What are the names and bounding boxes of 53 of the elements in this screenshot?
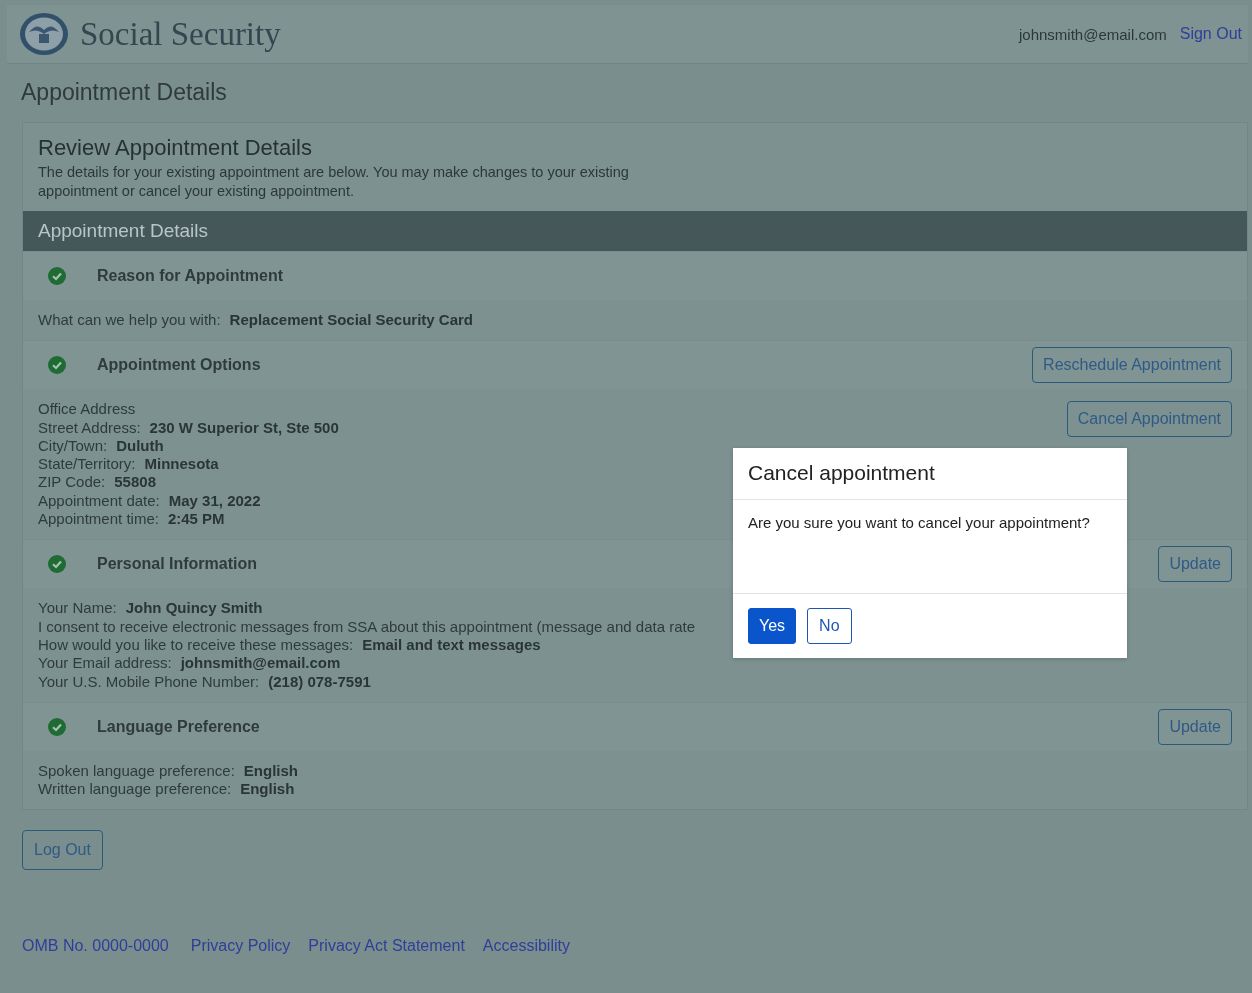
footer-link[interactable]: Privacy Policy: [190, 937, 291, 956]
field-label: City/Town:: [38, 436, 108, 454]
field-label: How would you like to receive these messages:: [38, 635, 354, 653]
field-label: Appointment time:: [38, 510, 159, 528]
outline-button[interactable]: Update: [1158, 708, 1232, 745]
field-label: State/Territory:: [38, 455, 136, 473]
field-value: Email and text messages: [362, 635, 541, 653]
field-label: Written language preference:: [38, 780, 232, 798]
field-label: Your U.S. Mobile Phone Number:: [38, 672, 260, 690]
footer-link[interactable]: Privacy Act Statement: [308, 937, 465, 956]
dialog-title: Cancel appointment: [748, 461, 935, 484]
field-value: 2:45 PM: [167, 510, 225, 528]
review-heading: Review Appointment Details: [38, 135, 313, 161]
field-label: I consent to receive electronic messages from SSA about this appointment (message and data rate: [38, 617, 696, 635]
field-label: Street Address:: [38, 418, 141, 436]
outline-button[interactable]: Update: [1158, 546, 1232, 583]
field-label: Office Address: [38, 400, 136, 418]
field-value: English: [240, 780, 295, 798]
field-value: May 31, 2022: [168, 491, 261, 509]
section-bar-title: Appointment Details: [38, 220, 209, 242]
section-title: Reason for Appointment: [97, 267, 284, 285]
page-title: Appointment Details: [20, 78, 228, 107]
field-label: Spoken language preference:: [38, 761, 235, 779]
user-email: johnsmith@email.com: [1018, 25, 1167, 43]
field-value: (218) 078-7591: [268, 672, 371, 690]
confirm-button[interactable]: Yes: [748, 608, 797, 644]
field-label: What can we help you with:: [38, 311, 221, 328]
field-value: English: [243, 761, 298, 779]
dialog-message: Are you sure you want to cancel your appointment?: [748, 514, 1090, 531]
sign-out-link[interactable]: Sign Out: [1179, 25, 1242, 43]
field-value: 230 W Superior St, Ste 500: [149, 418, 339, 436]
field-label: Your Name:: [38, 599, 117, 617]
field-value: Duluth: [116, 436, 164, 454]
field-value: Minnesota: [144, 455, 219, 473]
dismiss-button[interactable]: No: [807, 608, 852, 644]
footer-link[interactable]: Accessibility: [482, 937, 570, 956]
site-title: Social Security: [80, 15, 281, 53]
field-label: ZIP Code:: [38, 473, 106, 491]
footer-link[interactable]: OMB No. 0000-0000: [22, 937, 169, 956]
outline-button[interactable]: Cancel Appointment: [1066, 401, 1232, 438]
field-value: Replacement Social Security Card: [229, 311, 474, 328]
section-title: Language Preference: [97, 717, 260, 736]
field-label: Appointment date:: [38, 491, 160, 509]
seal-logo-icon: [19, 12, 69, 56]
field-label: Your Email address:: [38, 654, 172, 672]
field-value: 55808: [114, 473, 156, 491]
field-value: John Quincy Smith: [125, 599, 263, 617]
outline-button[interactable]: Reschedule Appointment: [1032, 347, 1232, 384]
section-title: Appointment Options: [97, 356, 261, 375]
log-out-button[interactable]: Log Out: [22, 830, 103, 871]
field-value: johnsmith@email.com: [180, 654, 341, 672]
review-description: The details for your existing appointment are below. You may make changes to your existing appointment or cancel your existing appointment.: [38, 163, 630, 201]
section-title: Personal Information: [97, 555, 258, 574]
